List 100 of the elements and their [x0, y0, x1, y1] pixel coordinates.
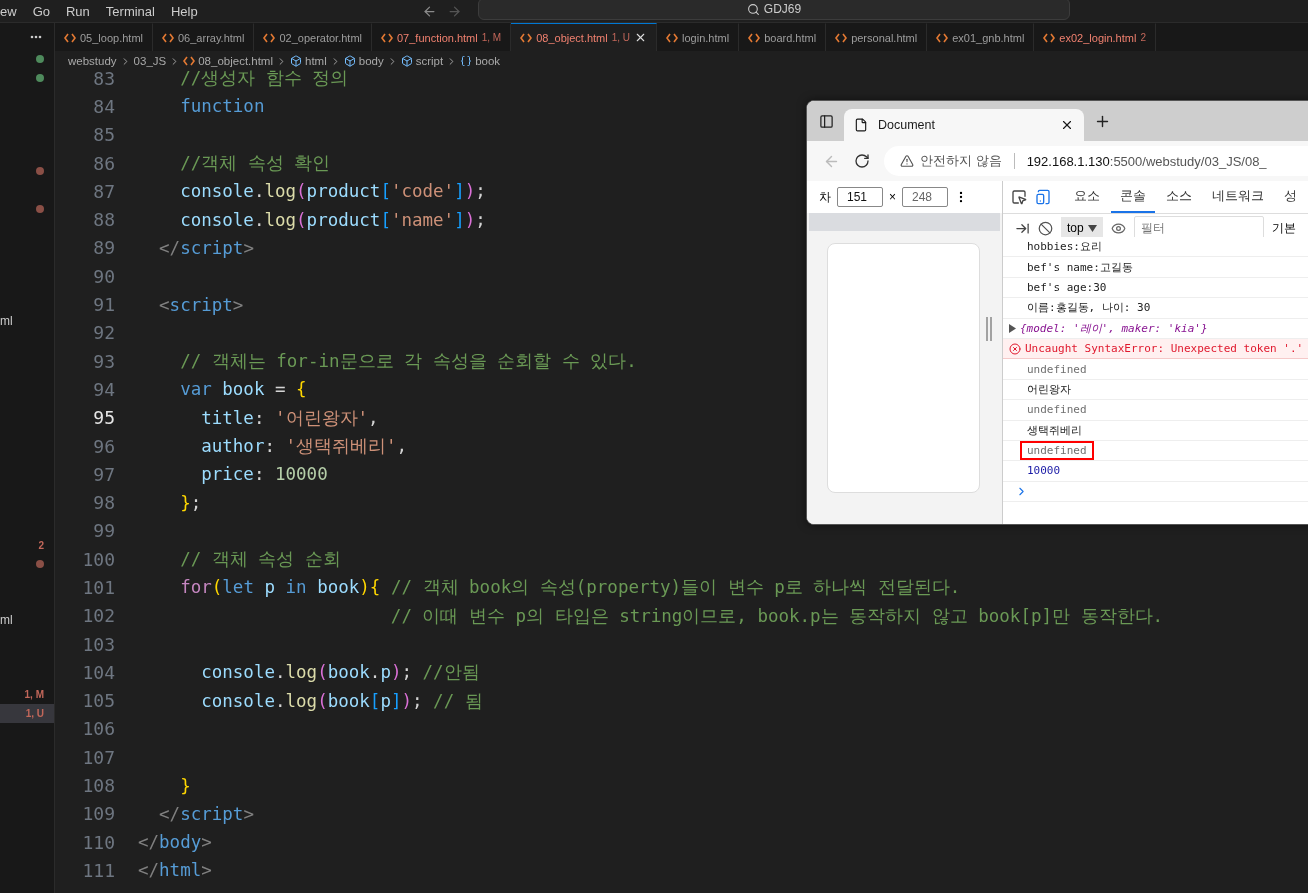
- line-number: 103: [81, 633, 116, 655]
- breadcrumb-item[interactable]: 03_JS: [133, 55, 167, 67]
- height-field[interactable]: 248: [902, 187, 948, 207]
- eye-icon[interactable]: [1110, 220, 1126, 236]
- problem-count: 1, U: [25, 707, 44, 719]
- console-message: 어린왕자: [1026, 381, 1072, 398]
- file-name[interactable]: ml: [0, 313, 13, 328]
- html-file-icon: [64, 32, 76, 43]
- menu-item[interactable]: ew: [0, 3, 25, 19]
- console-message: hobbies:요리: [1026, 239, 1103, 256]
- line-number: 107: [81, 746, 116, 768]
- expand-triangle-icon[interactable]: [1009, 323, 1016, 333]
- code-line: title: '어린왕자',: [200, 406, 379, 430]
- code-line: console.log(book[p]); // 됨: [200, 689, 483, 713]
- console-message: 10000: [1026, 463, 1062, 480]
- code-line: // 객체 속성 순회: [179, 548, 341, 572]
- line-number: 106: [81, 718, 116, 740]
- menu-item[interactable]: Go: [24, 3, 58, 19]
- caret-icon: [1087, 224, 1097, 232]
- line-number: 91: [92, 294, 116, 315]
- width-field[interactable]: 151: [837, 187, 883, 207]
- cube-icon: [400, 55, 413, 67]
- line-number: 101: [81, 577, 116, 598]
- menu-item[interactable]: Terminal: [97, 3, 163, 19]
- sidebar-icon[interactable]: [819, 113, 834, 129]
- editor-tab[interactable]: 08_object.html 1, U: [511, 23, 658, 51]
- line-number: 110: [81, 831, 116, 853]
- line-number: 108: [81, 775, 116, 797]
- line-number: 100: [81, 548, 116, 570]
- console-message: Uncaught SyntaxError: Unexpected token '.': [1024, 341, 1305, 358]
- code-line: // 이때 변수 p의 타입은 string이므로, book.p는 동작하지 않고 book[p]만 동작한다.: [389, 604, 1164, 628]
- html-file-icon: [162, 32, 174, 43]
- code-line: //객체 속성 확인: [179, 152, 331, 176]
- console-message: bef's name:고길동: [1026, 259, 1134, 276]
- console-message: undefined: [1026, 402, 1088, 419]
- html-file-icon: [835, 32, 848, 43]
- html-file-icon: [936, 32, 949, 43]
- code-line: </script>: [158, 237, 254, 258]
- console-message: 이름:홍길동, 나이: 30: [1026, 300, 1152, 317]
- line-number: 97: [92, 463, 116, 485]
- breadcrumb-item[interactable]: 08_object.html: [198, 55, 273, 67]
- levels-dropdown[interactable]: 기본: [1271, 219, 1296, 237]
- devtools-tab[interactable]: 소스: [1157, 181, 1201, 213]
- command-search-field[interactable]: GDJ69: [478, 0, 1070, 20]
- code-line: var book = {: [179, 379, 307, 400]
- code-line: for(let p in book){ // 객체 book의 속성(property)들이 변수 p로 하나씩 전달된다.: [179, 576, 961, 600]
- line-number: 105: [81, 690, 116, 712]
- breadcrumb-item[interactable]: book: [475, 55, 501, 67]
- line-number: 98: [92, 492, 116, 514]
- html-file-icon: [666, 32, 679, 43]
- device-label: 차: [819, 188, 831, 206]
- menu-item[interactable]: Run: [57, 3, 98, 19]
- html-file-icon: [1043, 32, 1056, 43]
- browser-tab[interactable]: Document: [844, 109, 1084, 141]
- code-line: author: '생택쥐베리',: [200, 435, 408, 458]
- line-number: 95: [92, 407, 116, 429]
- console-message: bef's age:30: [1026, 279, 1108, 296]
- line-number: 86: [92, 152, 116, 174]
- devtools-tab[interactable]: 네트워크: [1203, 181, 1273, 213]
- breadcrumb-item[interactable]: html: [305, 55, 327, 67]
- line-number: 111: [81, 859, 116, 881]
- breadcrumb-item[interactable]: webstudy: [68, 55, 117, 67]
- clear-console-icon[interactable]: [1038, 220, 1053, 236]
- cube-icon: [343, 55, 356, 67]
- breadcrumb-item[interactable]: script: [415, 55, 444, 67]
- line-number: 89: [92, 237, 116, 259]
- line-number: 99: [92, 520, 116, 542]
- filter-field[interactable]: 필터: [1133, 216, 1264, 240]
- file-name[interactable]: ml: [0, 612, 13, 627]
- context-dropdown[interactable]: top: [1061, 217, 1103, 239]
- address-field[interactable]: 안전하지 않음 192.168.1.130:5500/webstudy/03_JS/08_: [884, 146, 1308, 176]
- reload-icon[interactable]: [854, 153, 870, 169]
- line-number: 94: [92, 378, 116, 400]
- breadcrumb-item[interactable]: body: [358, 55, 384, 67]
- resize-handle-icon[interactable]: [986, 316, 992, 341]
- problem-count: 1, M: [24, 689, 44, 701]
- menu-item[interactable]: Help: [162, 3, 206, 19]
- line-number: 96: [92, 435, 116, 457]
- inspect-icon[interactable]: [1011, 189, 1027, 205]
- console-message: {model: '레이', maker: 'kia'}: [1019, 320, 1209, 337]
- line-number: 83: [92, 67, 116, 89]
- devtools-tab[interactable]: 요소: [1065, 181, 1109, 213]
- more-icon[interactable]: [30, 34, 42, 39]
- html-file-icon: [520, 32, 533, 43]
- devtools-tab[interactable]: 콘솔: [1111, 181, 1155, 213]
- line-number: 88: [92, 209, 116, 231]
- line-number: 109: [81, 803, 116, 825]
- html-file-icon: [183, 56, 196, 66]
- code-line: </body>: [138, 832, 212, 853]
- line-number: 92: [92, 322, 116, 344]
- close-icon[interactable]: [1060, 118, 1074, 132]
- line-number: 93: [92, 350, 116, 372]
- devtools-tab[interactable]: 성: [1275, 181, 1306, 213]
- line-number: 90: [92, 265, 116, 287]
- line-number: 84: [92, 95, 116, 117]
- device-toolbar-icon[interactable]: [1035, 189, 1051, 205]
- line-number: 102: [81, 605, 116, 627]
- code-line: };: [179, 492, 202, 513]
- code-line: price: 10000: [200, 464, 328, 485]
- code-line: </script>: [158, 803, 254, 824]
